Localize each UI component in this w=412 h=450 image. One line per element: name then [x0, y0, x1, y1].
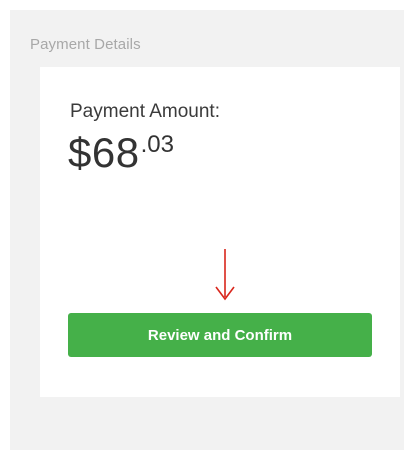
amount-cents: .03 — [140, 131, 174, 158]
amount-whole: 68 — [91, 129, 140, 176]
payment-details-panel: Payment Details Payment Amount: $68.03 R… — [10, 10, 404, 450]
payment-amount: $68.03 — [68, 129, 174, 177]
panel-title: Payment Details — [30, 36, 141, 53]
down-arrow-icon — [215, 249, 235, 301]
payment-card: Payment Amount: $68.03 Review and Confir… — [40, 67, 400, 397]
review-and-confirm-button[interactable]: Review and Confirm — [68, 313, 372, 357]
amount-currency: $ — [68, 129, 92, 176]
payment-amount-label: Payment Amount: — [70, 101, 220, 122]
